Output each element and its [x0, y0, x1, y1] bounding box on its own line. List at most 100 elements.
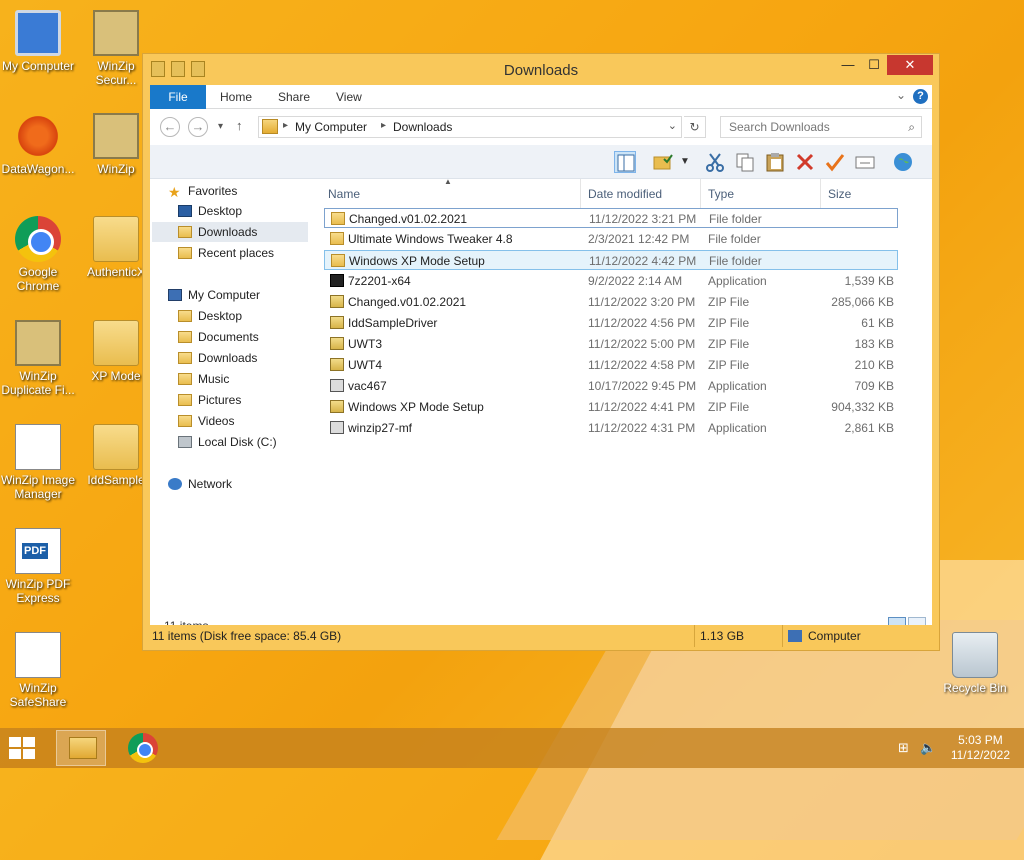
explorer-window[interactable]: Downloads — ☐ ✕ File Home Share View ⌄ ?… [142, 53, 940, 651]
paste-icon[interactable] [764, 151, 786, 173]
title-bar[interactable]: Downloads — ☐ ✕ [143, 54, 939, 85]
address-bar[interactable]: ▸ My Computer ▸ Downloads ⌄ [258, 116, 682, 138]
folder-icon [93, 216, 139, 262]
file-size: 61 KB [861, 316, 894, 330]
file-row[interactable]: IddSampleDriver 11/12/2022 4:56 PM ZIP Fil… [324, 313, 898, 333]
taskbar-chrome[interactable] [118, 730, 168, 766]
nav-pc-local-disk[interactable]: Local Disk (C:) [178, 432, 277, 452]
nav-pc-pictures[interactable]: Pictures [178, 390, 241, 410]
nav-fav-downloads[interactable]: Downloads [152, 222, 308, 242]
desktop-icon-winzip-safeshare[interactable]: WinZip SafeShare [0, 632, 76, 709]
globe-icon[interactable] [892, 151, 914, 173]
copy-icon[interactable] [734, 151, 756, 173]
file-type: File folder [709, 212, 762, 226]
ribbon-tabs: File Home Share View ⌄ ? [150, 85, 932, 109]
folder-check-icon[interactable] [652, 151, 674, 173]
maximize-button[interactable]: ☐ [861, 55, 887, 75]
desktop-icon-my-computer[interactable]: My Computer [0, 10, 76, 73]
file-row[interactable]: Changed.v01.02.2021 11/12/2022 3:21 PM Fil… [324, 208, 898, 228]
preview-pane-icon[interactable] [614, 151, 636, 173]
desktop-icon-recycle-bin[interactable]: Recycle Bin [937, 632, 1013, 695]
desktop-icon-datawagon[interactable]: DataWagon... [0, 113, 76, 176]
tab-share[interactable]: Share [278, 85, 310, 109]
file-size: 2,861 KB [844, 421, 894, 435]
clock[interactable]: 5:03 PM 11/12/2022 [951, 733, 1010, 763]
file-row[interactable]: Windows XP Mode Setup 11/12/2022 4:41 PM Z… [324, 397, 898, 417]
email-icon[interactable] [854, 151, 876, 173]
up-button[interactable]: ↑ [236, 118, 243, 133]
network-tray-icon[interactable]: ⊞ [898, 740, 909, 756]
nav-pc-downloads[interactable]: Downloads [178, 348, 257, 368]
dropdown-icon[interactable]: ▼ [680, 151, 692, 173]
desktop-icon-winzip-image-manager[interactable]: WinZip Image Manager [0, 424, 76, 501]
help-icon[interactable]: ? [913, 89, 928, 104]
nav-favorites[interactable]: ★ Favorites [168, 181, 237, 201]
file-date-modified: 11/12/2022 4:56 PM [588, 316, 696, 330]
file-name: winzip27-mf [348, 421, 413, 435]
tab-view[interactable]: View [336, 85, 362, 109]
folder-icon [178, 331, 192, 343]
nav-network[interactable]: Network [168, 474, 232, 494]
search-placeholder: Search Downloads [729, 120, 830, 134]
desktop-icon-google-chrome[interactable]: Google Chrome [0, 216, 76, 293]
tab-file[interactable]: File [150, 85, 206, 109]
address-dropdown-icon[interactable]: ⌄ [668, 119, 677, 132]
taskbar-file-explorer[interactable] [56, 730, 106, 766]
file-row[interactable]: Changed.v01.02.2021 11/12/2022 3:20 PM ZIP… [324, 292, 898, 312]
nav-pc-videos[interactable]: Videos [178, 411, 234, 431]
clock-date: 11/12/2022 [950, 748, 1010, 762]
file-name: Changed.v01.02.2021 [348, 295, 467, 309]
column-header-size[interactable]: Size [828, 187, 851, 201]
column-header-type[interactable]: Type [708, 187, 734, 201]
tab-home[interactable]: Home [220, 85, 252, 109]
breadcrumb-downloads[interactable]: Downloads [393, 120, 452, 134]
file-row[interactable]: Ultimate Windows Tweaker 4.8 2/3/2021 12:… [324, 229, 898, 249]
column-divider[interactable] [700, 179, 701, 209]
desktop-icon-winzip-pdf-express[interactable]: PDF WinZip PDF Express [0, 528, 76, 605]
nav-pc-music[interactable]: Music [178, 369, 229, 389]
column-divider[interactable] [820, 179, 821, 209]
refresh-button[interactable]: ↻ [684, 116, 706, 138]
file-row[interactable]: winzip27-mf 11/12/2022 4:31 PM Application… [324, 418, 898, 438]
recent-locations-button[interactable]: ▾ [218, 121, 223, 132]
start-button[interactable] [9, 737, 37, 761]
file-row[interactable]: UWT3 11/12/2022 5:00 PM ZIP File 183 KB [324, 334, 898, 354]
folder-icon [331, 254, 345, 267]
column-header-date[interactable]: Date modified [588, 187, 662, 201]
datawagon-icon [15, 113, 61, 159]
file-name: Ultimate Windows Tweaker 4.8 [348, 232, 513, 246]
file-date-modified: 11/12/2022 3:21 PM [589, 212, 697, 226]
search-input[interactable]: Search Downloads ⌕ [720, 116, 922, 138]
minimize-button[interactable]: — [835, 55, 861, 75]
computer-icon [788, 630, 802, 642]
file-row[interactable]: UWT4 11/12/2022 4:58 PM ZIP File 210 KB [324, 355, 898, 375]
file-row[interactable]: 7z2201-x64 9/2/2022 2:14 AM Application 1,5… [324, 271, 898, 291]
nav-fav-desktop[interactable]: Desktop [178, 201, 308, 221]
expand-ribbon-icon[interactable]: ⌄ [896, 88, 906, 102]
breadcrumb-my-computer[interactable]: My Computer [295, 120, 367, 134]
close-button[interactable]: ✕ [887, 55, 933, 75]
back-button[interactable]: ← [160, 117, 180, 137]
forward-button[interactable]: → [188, 117, 208, 137]
checkmark-icon[interactable] [824, 151, 846, 173]
folder-icon [330, 232, 344, 245]
nav-my-computer[interactable]: My Computer [168, 285, 260, 305]
column-header-name[interactable]: Name [328, 187, 360, 201]
file-name: Windows XP Mode Setup [349, 254, 485, 268]
chrome-icon [128, 733, 158, 763]
delete-icon[interactable] [794, 151, 816, 173]
desktop-icon-winzip-duplicate[interactable]: WinZip Duplicate Fi... [0, 320, 76, 397]
nav-pc-documents[interactable]: Documents [178, 327, 259, 347]
file-row[interactable]: Windows XP Mode Setup 11/12/2022 4:42 PM F… [324, 250, 898, 270]
cut-icon[interactable] [704, 151, 726, 173]
column-divider[interactable] [580, 179, 581, 209]
nav-pc-desktop[interactable]: Desktop [178, 306, 242, 326]
nav-fav-recent-places[interactable]: Recent places [178, 243, 274, 263]
recycle-bin-icon [952, 632, 998, 678]
volume-icon[interactable]: 🔈 [920, 740, 936, 756]
pdf-icon: PDF [15, 528, 61, 574]
file-row[interactable]: vac467 10/17/2022 9:45 PM Application 709 K… [324, 376, 898, 396]
folder-icon [93, 320, 139, 366]
file-size: 1,539 KB [844, 274, 894, 288]
downloads-folder-icon [262, 119, 278, 134]
